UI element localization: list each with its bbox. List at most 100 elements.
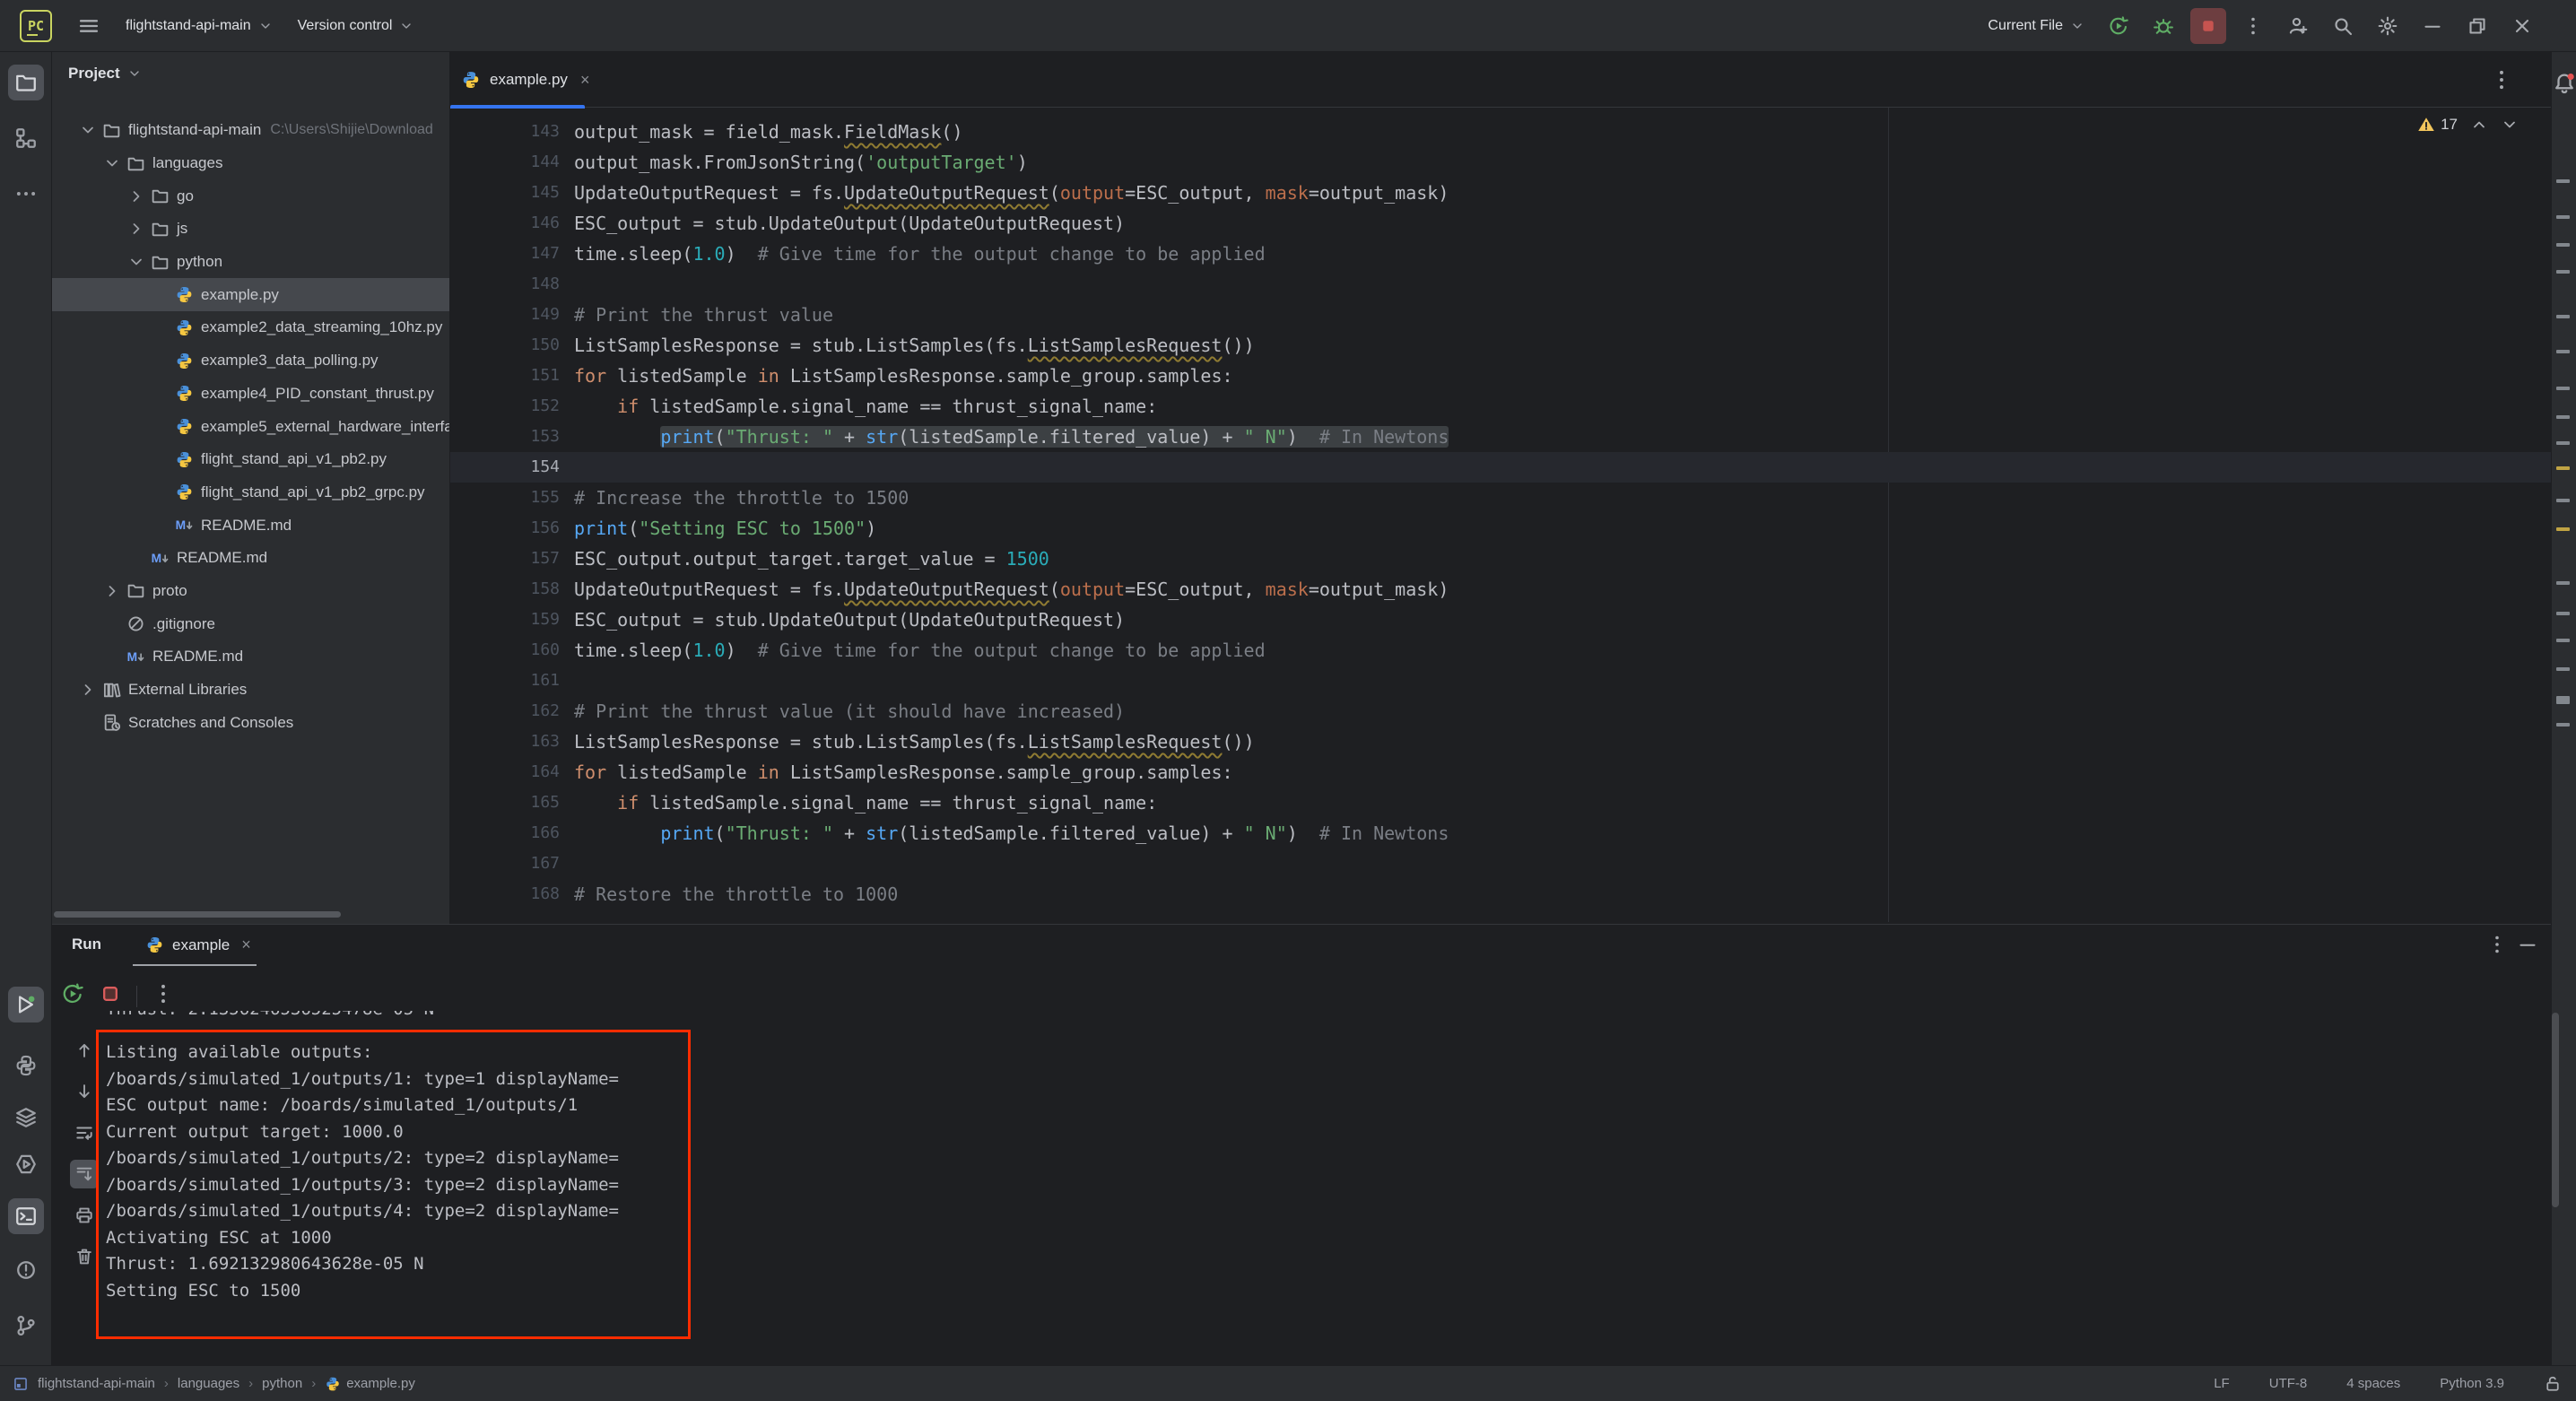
run-options-kebab-icon[interactable] [2486, 934, 2508, 955]
chev-right-icon[interactable] [127, 187, 145, 205]
code-line-166[interactable]: 166 print("Thrust: " + str(listedSample.… [450, 818, 2551, 848]
tree-item-scratches-and-consoles[interactable]: Scratches and Consoles [52, 706, 449, 739]
error-stripe-mark[interactable] [2556, 415, 2570, 419]
code-line-160[interactable]: 160time.sleep(1.0) # Give time for the o… [450, 635, 2551, 666]
rerun-button[interactable] [61, 982, 84, 1010]
tool-strip-more-h-button[interactable] [8, 176, 44, 212]
close-button[interactable] [2504, 8, 2540, 44]
console[interactable]: Thrust: 2.1356246536525478e-05 N Listing… [106, 1011, 2528, 1352]
arrow-down-button[interactable] [70, 1077, 99, 1106]
tool-strip-terminal-button[interactable] [8, 1198, 44, 1234]
error-stripe-mark[interactable] [2556, 466, 2570, 470]
chev-right-icon[interactable] [79, 681, 97, 699]
stop-button[interactable] [2190, 8, 2226, 44]
code-line-164[interactable]: 164for listedSample in ListSamplesRespon… [450, 757, 2551, 788]
run-tab-example[interactable]: example × [133, 925, 264, 965]
code-line-154[interactable]: 154 [450, 452, 2551, 483]
code-line-152[interactable]: 152 if listedSample.signal_name == thrus… [450, 391, 2551, 422]
code-line-153[interactable]: 153 print("Thrust: " + str(listedSample.… [450, 422, 2551, 452]
breadcrumb-item-languages[interactable]: languages [178, 1376, 239, 1391]
main-menu-icon[interactable] [77, 14, 100, 38]
code-line-165[interactable]: 165 if listedSample.signal_name == thrus… [450, 788, 2551, 818]
tree-item-example4-pid-constant-thrust-py[interactable]: example4_PID_constant_thrust.py [52, 378, 449, 411]
code-line-149[interactable]: 149# Print the thrust value [450, 300, 2551, 330]
tree-item-js[interactable]: js [52, 213, 449, 246]
tree-item-example5-external-hardware-interfac[interactable]: example5_external_hardware_interfac [52, 410, 449, 443]
code-line-145[interactable]: 145UpdateOutputRequest = fs.UpdateOutput… [450, 178, 2551, 208]
error-stripe-mark[interactable] [2556, 387, 2570, 390]
code-line-155[interactable]: 155# Increase the throttle to 1500 [450, 483, 2551, 513]
tree-item-flight-stand-api-v1-pb2-grpc-py[interactable]: flight_stand_api_v1_pb2_grpc.py [52, 476, 449, 509]
tool-strip-python-packages-button[interactable] [8, 1048, 44, 1083]
code-line-150[interactable]: 150ListSamplesResponse = stub.ListSample… [450, 330, 2551, 361]
tool-strip-project-folder-button[interactable] [8, 65, 44, 100]
interpreter-widget[interactable]: Python 3.9 [2440, 1376, 2504, 1391]
code-line-144[interactable]: 144output_mask.FromJsonString('outputTar… [450, 147, 2551, 178]
tree-item-python[interactable]: python [52, 246, 449, 279]
code-line-159[interactable]: 159ESC_output = stub.UpdateOutput(Update… [450, 605, 2551, 635]
tool-window-widget-icon[interactable] [13, 1376, 29, 1392]
error-stripe-mark[interactable] [2556, 612, 2570, 615]
tree-item-flightstand-api-main[interactable]: flightstand-api-mainC:\Users\Shijie\Down… [52, 114, 449, 147]
console-scrollbar[interactable] [2552, 1013, 2559, 1207]
code-line-168[interactable]: 168# Restore the throttle to 1000 [450, 879, 2551, 909]
unlock-icon[interactable] [2544, 1375, 2562, 1393]
error-stripe-mark[interactable] [2556, 350, 2570, 353]
vcs-menu[interactable]: Version control [298, 18, 414, 34]
tree-item-example-py[interactable]: example.py [52, 278, 449, 311]
project-selector[interactable]: flightstand-api-main [126, 18, 273, 34]
chev-right-icon[interactable] [127, 220, 145, 238]
error-stripe-mark[interactable] [2556, 723, 2570, 727]
print-button[interactable] [70, 1201, 99, 1230]
code-line-146[interactable]: 146ESC_output = stub.UpdateOutput(Update… [450, 208, 2551, 239]
code-line-148[interactable]: 148 [450, 269, 2551, 300]
error-stripe-mark[interactable] [2556, 581, 2570, 585]
code-line-158[interactable]: 158UpdateOutputRequest = fs.UpdateOutput… [450, 574, 2551, 605]
code-line-162[interactable]: 162# Print the thrust value (it should h… [450, 696, 2551, 727]
scroll-to-end-button[interactable] [70, 1160, 99, 1188]
settings-button[interactable] [2370, 8, 2406, 44]
chev-down-icon[interactable] [127, 253, 145, 271]
breadcrumb-item-python[interactable]: python [262, 1376, 302, 1391]
code-area[interactable]: 143output_mask = field_mask.FieldMask()1… [450, 117, 2551, 909]
code-line-151[interactable]: 151for listedSample in ListSamplesRespon… [450, 361, 2551, 391]
tool-strip-version-control-button[interactable] [8, 1308, 44, 1344]
tab-example-py[interactable]: example.py × [450, 52, 605, 108]
tool-strip-structure-button[interactable] [8, 120, 44, 156]
code-line-147[interactable]: 147time.sleep(1.0) # Give time for the o… [450, 239, 2551, 269]
tree-item-proto[interactable]: proto [52, 575, 449, 608]
code-line-156[interactable]: 156print("Setting ESC to 1500") [450, 513, 2551, 544]
tree-item-example2-data-streaming-10hz-py[interactable]: example2_data_streaming_10hz.py [52, 311, 449, 344]
user-plus-button[interactable] [2280, 8, 2316, 44]
tree-item-flight-stand-api-v1-pb2-py[interactable]: flight_stand_api_v1_pb2.py [52, 443, 449, 476]
rerun-button[interactable] [2101, 8, 2137, 44]
arrow-up-button[interactable] [70, 1036, 99, 1065]
stop-outline-button[interactable] [99, 982, 122, 1010]
project-panel-header[interactable]: Project [52, 52, 449, 83]
clear-all-button[interactable] [70, 1242, 99, 1271]
minimize-button[interactable] [2415, 8, 2450, 44]
tree-item-example3-data-polling-py[interactable]: example3_data_polling.py [52, 344, 449, 378]
tab-close-icon[interactable]: × [580, 71, 590, 90]
error-stripe-mark[interactable] [2556, 696, 2570, 704]
breadcrumb-item-example-py[interactable]: example.py [325, 1376, 415, 1392]
line-separator-widget[interactable]: LF [2214, 1376, 2230, 1391]
error-stripe-mark[interactable] [2556, 270, 2570, 274]
breadcrumb-item-flightstand-api-main[interactable]: flightstand-api-main [38, 1376, 155, 1391]
kebab-button[interactable] [2235, 8, 2271, 44]
error-stripe-mark[interactable] [2556, 441, 2570, 445]
chev-right-icon[interactable] [103, 582, 121, 600]
indent-widget[interactable]: 4 spaces [2346, 1376, 2400, 1391]
code-line-157[interactable]: 157ESC_output.output_target.target_value… [450, 544, 2551, 574]
tool-strip-python-console-button[interactable] [8, 1146, 44, 1182]
encoding-widget[interactable]: UTF-8 [2269, 1376, 2308, 1391]
tree-item-go[interactable]: go [52, 179, 449, 213]
tree-item-readme-md[interactable]: MREADME.md [52, 640, 449, 674]
soft-wrap-button[interactable] [70, 1118, 99, 1147]
error-stripe-mark[interactable] [2556, 667, 2570, 671]
error-stripe-mark[interactable] [2556, 179, 2570, 183]
tree-item-external-libraries[interactable]: External Libraries [52, 674, 449, 707]
tool-strip-run-button[interactable] [8, 987, 44, 1022]
error-stripe-mark[interactable] [2556, 527, 2570, 531]
notifications-bell-icon[interactable] [2553, 72, 2576, 95]
